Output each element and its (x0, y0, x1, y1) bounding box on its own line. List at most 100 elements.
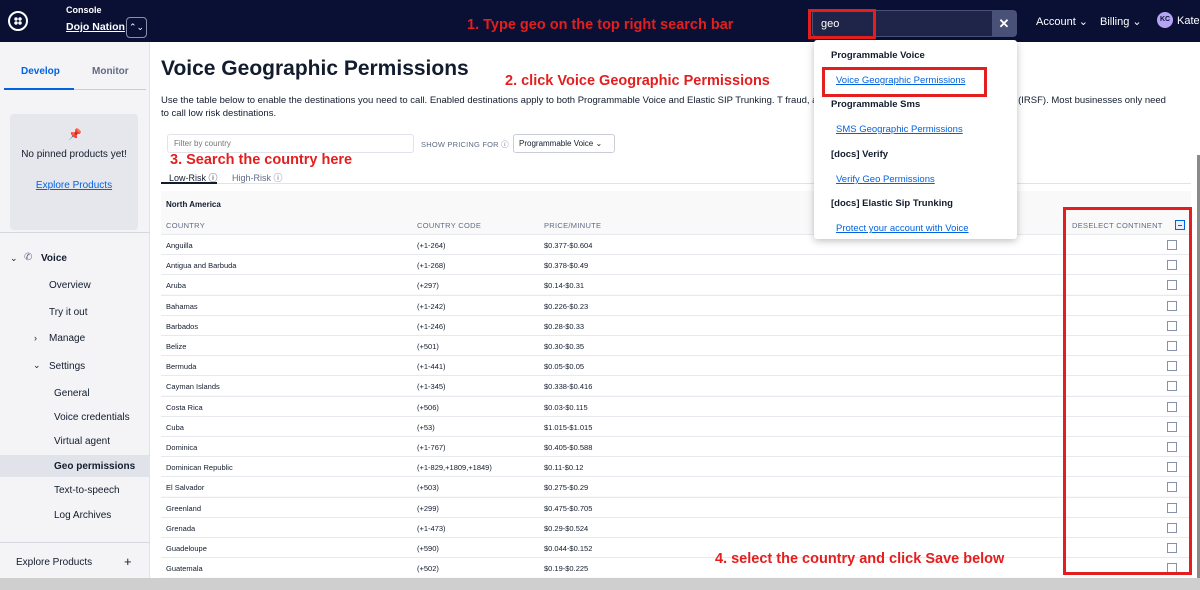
sidebar-item-overview[interactable]: Overview (49, 280, 91, 291)
sidebar-item-geo-permissions[interactable]: Geo permissions (54, 461, 135, 472)
table-row[interactable]: Barbados (+1-246) $0.28-$0.33 (161, 314, 1191, 335)
chevron-down-icon[interactable]: ⌄ (33, 360, 41, 371)
table-row[interactable]: Guadeloupe (+590) $0.044-$0.152 (161, 537, 1191, 557)
country-code-cell: (+53) (417, 422, 435, 432)
sidebar-item-general[interactable]: General (54, 388, 90, 399)
result-link-sms-geo[interactable]: SMS Geographic Permissions (836, 124, 963, 135)
table-row[interactable]: Cayman Islands (+1-345) $0.338-$0.416 (161, 375, 1191, 396)
user-name[interactable]: Kate (1177, 15, 1200, 27)
sidebar-item-manage[interactable]: Manage (49, 333, 85, 344)
account-menu[interactable]: Account ⌄ (1036, 15, 1088, 28)
sidebar-item-log-archives[interactable]: Log Archives (54, 510, 111, 521)
active-tab-indicator (4, 88, 74, 90)
active-risk-indicator (161, 182, 217, 184)
country-code-cell: (+1-242) (417, 301, 446, 311)
table-row[interactable]: Dominican Republic (+1-829,+1809,+1849) $0… (161, 456, 1191, 477)
pin-icon: 📌 (68, 129, 82, 141)
table-row[interactable]: Bermuda (+1-441) $0.05-$0.05 (161, 355, 1191, 376)
country-cell: Greenland (166, 503, 202, 513)
country-code-cell: (+506) (417, 402, 439, 412)
table-row[interactable]: Guatemala (+502) $0.19-$0.225 (161, 557, 1191, 578)
result-link-protect-account[interactable]: Protect your account with Voice (836, 223, 969, 234)
explore-products-link[interactable]: Explore Products (20, 180, 128, 191)
result-link-verify-geo[interactable]: Verify Geo Permissions (836, 174, 935, 185)
sidebar: Develop Monitor 📌 No pinned products yet… (0, 42, 150, 578)
annotation-step-1: 1. Type geo on the top right search bar (467, 17, 734, 33)
account-name-link[interactable]: Dojo Nation (66, 21, 125, 33)
sidebar-item-text-to-speech[interactable]: Text-to-speech (54, 485, 120, 496)
highlight-checkbox-column (1063, 207, 1192, 575)
table-row[interactable]: Belize (+501) $0.30-$0.35 (161, 335, 1191, 355)
price-cell: $0.11-$0.12 (544, 463, 584, 473)
sidebar-divider (0, 232, 150, 233)
tab-monitor[interactable]: Monitor (92, 66, 129, 77)
table-row[interactable]: Grenada (+1-473) $0.29-$0.524 (161, 516, 1191, 537)
country-code-cell: (+1-829,+1809,+1849) (417, 463, 492, 473)
country-code-cell: (+590) (417, 544, 439, 553)
plus-icon[interactable]: + (124, 554, 132, 569)
phone-icon: ✆ (24, 252, 33, 263)
country-code-cell: (+1-268) (417, 261, 446, 271)
country-code-cell: (+1-473) (417, 523, 446, 533)
page-description: Use the table below to enable the destin… (161, 95, 1166, 119)
page-title: Voice Geographic Permissions (161, 57, 469, 80)
annotation-step-2: 2. click Voice Geographic Permissions (505, 73, 770, 89)
country-code-cell: (+1-264) (417, 241, 446, 250)
table-row[interactable]: Dominica (+1-767) $0.405-$0.588 (161, 436, 1191, 456)
sidebar-item-settings[interactable]: Settings (49, 361, 85, 372)
table-row[interactable]: El Salvador (+503) $0.275-$0.29 (161, 476, 1191, 497)
country-cell: Grenada (166, 523, 196, 533)
country-cell: Cuba (166, 422, 184, 432)
table-row[interactable]: Bahamas (+1-242) $0.226-$0.23 (161, 294, 1191, 315)
table-row[interactable]: Greenland (+299) $0.475-$0.705 (161, 496, 1191, 517)
main-content: Voice Geographic Permissions Use the tab… (150, 42, 1200, 578)
table-row[interactable]: Cuba (+53) $1.015-$1.015 (161, 415, 1191, 436)
tab-high-risk[interactable]: High-Risk ⓘ (232, 171, 283, 184)
price-cell: $0.044-$0.152 (544, 544, 593, 553)
no-pinned-text: No pinned products yet! (21, 149, 127, 160)
country-cell: Guatemala (166, 564, 203, 574)
price-cell: $0.377-$0.604 (544, 241, 593, 250)
annotation-step-4: 4. select the country and click Save bel… (715, 551, 1005, 567)
country-code-cell: (+502) (417, 564, 439, 574)
billing-menu[interactable]: Billing ⌄ (1100, 15, 1142, 28)
app-logo-icon[interactable] (8, 11, 28, 31)
country-cell: Antigua and Barbuda (166, 261, 237, 271)
search-clear-icon[interactable]: ✕ (992, 11, 1016, 36)
pricing-select[interactable]: Programmable Voice ⌄ (513, 134, 615, 153)
price-cell: $0.19-$0.225 (544, 564, 589, 574)
chevron-down-icon[interactable]: ⌄ (10, 253, 18, 264)
table-row[interactable]: Costa Rica (+506) $0.03-$0.115 (161, 395, 1191, 416)
annotation-step-3: 3. Search the country here (170, 152, 353, 168)
chevron-right-icon[interactable]: › (34, 333, 37, 343)
sidebar-item-voice[interactable]: Voice (41, 253, 67, 264)
sidebar-item-try-it-out[interactable]: Try it out (49, 307, 88, 318)
table-row[interactable]: Aruba (+297) $0.14-$0.31 (161, 274, 1191, 295)
country-cell: Aruba (166, 281, 187, 291)
country-cell: Dominican Republic (166, 463, 233, 473)
result-group-heading: [docs] Verify (831, 149, 889, 160)
sidebar-item-virtual-agent[interactable]: Virtual agent (54, 436, 110, 447)
country-cell: Dominica (166, 443, 198, 452)
country-filter-input[interactable] (167, 134, 414, 153)
price-cell: $0.378-$0.49 (544, 261, 589, 271)
price-cell: $1.015-$1.015 (544, 422, 593, 432)
country-cell: Bahamas (166, 301, 198, 311)
country-code-cell: (+297) (417, 281, 439, 291)
price-cell: $0.29-$0.524 (544, 523, 589, 533)
country-cell: El Salvador (166, 483, 205, 493)
table-row[interactable]: Antigua and Barbuda (+1-268) $0.378-$0.49 (161, 254, 1191, 275)
tab-develop[interactable]: Develop (21, 66, 60, 77)
column-header-country: COUNTRY (166, 221, 206, 230)
highlight-search-box (808, 9, 876, 39)
avatar[interactable]: KC (1157, 12, 1173, 28)
country-code-cell: (+1-767) (417, 443, 446, 452)
price-cell: $0.475-$0.705 (544, 503, 593, 513)
column-header-price: PRICE/MINUTE (544, 221, 602, 230)
sidebar-tabs: Develop Monitor (4, 60, 146, 90)
table-row[interactable]: Anguilla (+1-264) $0.377-$0.604 (161, 234, 1191, 254)
explore-products-footer[interactable]: Explore Products (16, 557, 92, 568)
country-code-cell: (+501) (417, 342, 439, 351)
sidebar-item-voice-credentials[interactable]: Voice credentials (54, 412, 130, 423)
account-switcher-icon[interactable]: ⌃⌄ (126, 17, 147, 38)
